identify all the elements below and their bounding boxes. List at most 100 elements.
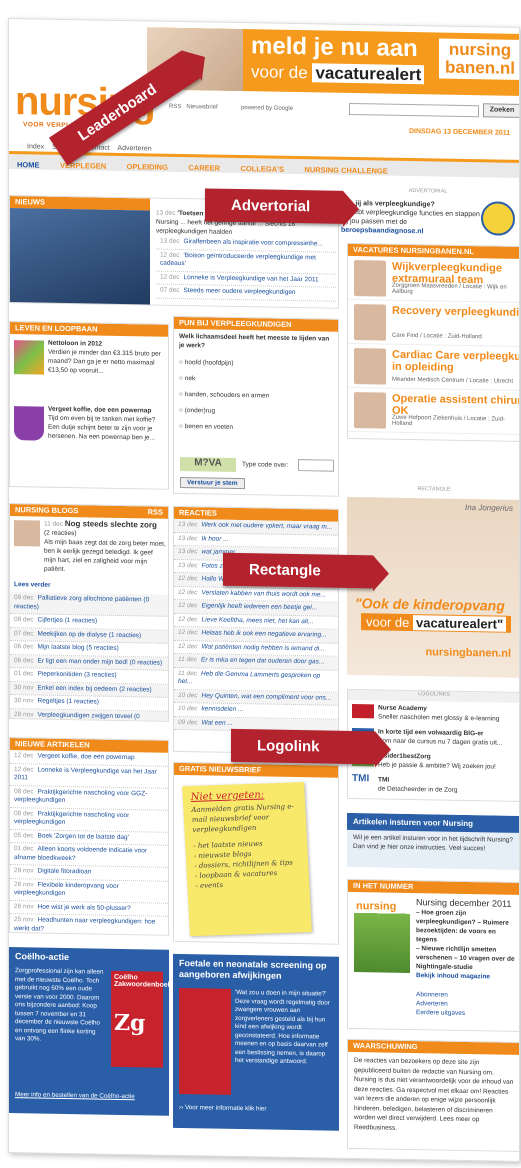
- blog-item[interactable]: 09 dec Palliatieve zorg allochtone patiën…: [10, 592, 169, 617]
- issue-header: IN HET NUMMER: [348, 879, 520, 895]
- blog-featured[interactable]: 11 dec Nog steeds slechte zorg (2 reactie…: [44, 519, 166, 576]
- article-item[interactable]: 28 nov Flexibele kinderopvang voor verple…: [10, 878, 168, 904]
- ribbon-rectangle: Rectangle: [223, 552, 373, 589]
- topnav-adverteren[interactable]: Adverteren: [117, 145, 151, 153]
- vacancies-box: VACATURES NURSINGBANEN.NL Wijkverpleegku…: [347, 242, 520, 442]
- career-item-image: [14, 340, 44, 375]
- poll-box: PUN BIJ VERPLEEGKUNDIGEN Welk lichaamsde…: [173, 315, 339, 497]
- webpage-screenshot: nursing VOOR VERPLEEGKUNDIGEN meld je nu…: [8, 18, 520, 1162]
- poll-option[interactable]: ○ hoofd (hoofdpijn): [179, 355, 333, 374]
- blogs-header: NURSING BLOGS RSS: [10, 504, 168, 519]
- rectangle-subline: voor de vacaturealert": [361, 613, 512, 633]
- main-navigation: HOME VERPLEGEN OPLEIDING CAREER COLLEGA'…: [9, 151, 520, 178]
- rectangle-quote: "Ook de kinderopvang: [355, 595, 505, 614]
- nav-home[interactable]: HOME: [9, 156, 48, 175]
- blog-item[interactable]: 28 nov Verpleegkundigen zwijgen teveel (0…: [10, 708, 169, 722]
- issue-item: – Hoe groen zijn verpleegkundigen? – Rui…: [416, 909, 509, 944]
- search-input[interactable]: [349, 102, 479, 118]
- vacancy-item[interactable]: Wijkverpleegkundige extramuraal team Zorg…: [348, 255, 520, 303]
- coelho-header: Coëlho-actie: [15, 951, 70, 963]
- rectangle-label: RECTANGLE: [417, 486, 451, 493]
- logolink-item[interactable]: Nurse Academy Sneller nascholen met gloss…: [348, 700, 520, 727]
- powered-by-label: powered by Google: [241, 105, 294, 112]
- newsletter-header: GRATIS NIEUWSBRIEF: [174, 762, 338, 778]
- news-photo[interactable]: [10, 208, 150, 307]
- cover-logo: nursing: [356, 900, 397, 913]
- nav-collegas[interactable]: COLLEGA'S: [233, 160, 292, 179]
- poll-submit-button[interactable]: Verstuur je stem: [180, 477, 245, 490]
- screening-text: 'Wat zou u doen in mijn situatie?' Deze …: [235, 988, 330, 1066]
- screening-box: Foetale en neonatale screening op aangeb…: [173, 953, 339, 1131]
- career-header: LEVEN EN LOOPBAAN: [10, 322, 168, 337]
- postit-text: Aanmelden gratis Nursing e-mail nieuwsbr…: [191, 802, 294, 835]
- issue-content: Nursing december 2011 – Hoe groen zijn v…: [416, 897, 518, 1019]
- tmi-logo-icon: TMI: [352, 773, 370, 785]
- vacancy-item[interactable]: Recovery verpleegkundige Care Find / Loca…: [348, 299, 520, 347]
- captcha-input[interactable]: [298, 459, 334, 472]
- screening-link[interactable]: ›› Voor meer informatie klik hier: [179, 1104, 267, 1113]
- reactions-box: REACTIES 13 dec Werk ook met oudere vpker…: [173, 505, 339, 755]
- postit-title: Niet vergeten:: [190, 789, 265, 804]
- magazine-cover[interactable]: nursing: [354, 898, 410, 974]
- article-item[interactable]: 08 dec Praktijkgerichte nascholing voor G…: [10, 785, 168, 811]
- current-date: DINSDAG 13 DECEMBER 2011: [409, 127, 511, 137]
- news-item[interactable]: 07 dec Steeds meer oudere verpleegkundige…: [156, 284, 336, 302]
- reactions-list: 13 dec Werk ook met oudere vpkert, maar v…: [174, 518, 338, 733]
- news-item[interactable]: 12 dec 'Boison geïntroduceerde verpleegku…: [156, 249, 336, 275]
- article-item[interactable]: 08 dec Praktijkgerichte nascholing voor v…: [10, 807, 168, 833]
- blog-list: 09 dec Palliatieve zorg allochtone patiën…: [10, 592, 169, 722]
- topnav-index[interactable]: Index: [27, 143, 44, 150]
- nurse-academy-logo-icon: [352, 704, 374, 719]
- newsletter-link[interactable]: Nieuwsbrief: [186, 104, 217, 111]
- rectangle-brand: nursingbanen.nl: [425, 646, 511, 660]
- nav-opleiding[interactable]: OPLEIDING: [119, 158, 176, 177]
- postit-bullets: - het laatste nieuws - nieuwste blogs - …: [193, 839, 294, 891]
- issue-archive-link[interactable]: Eerdere uitgaves: [416, 1008, 518, 1019]
- advertorial-box[interactable]: ADVERTORIAL ben jij als verpleegkundige?…: [335, 184, 520, 248]
- career-box: LEVEN EN LOOPBAAN Nettoloon in 2012 Verdi…: [9, 321, 169, 490]
- rss-link[interactable]: RSS: [169, 104, 181, 110]
- blog-read-more[interactable]: Lees verder: [14, 580, 51, 590]
- submit-articles-text[interactable]: Wil je een artikel insturen voor in het …: [347, 830, 520, 857]
- vacancy-photo: [354, 392, 386, 429]
- career-item[interactable]: Vergeet koffie, doe een powernap Tijd om …: [48, 405, 166, 443]
- blog-avatar: [14, 520, 40, 547]
- logolink-item[interactable]: TMI TMI de Detacheerder in de Zorg: [348, 772, 520, 797]
- vacancy-item[interactable]: Cardiac Care verpleegkundige in opleidin…: [348, 343, 520, 391]
- warning-text: De reacties van bezoekers op deze site z…: [354, 1057, 514, 1132]
- vacancy-item[interactable]: Operatie assistent chirurgie OK Zuwe Hofp…: [348, 387, 520, 435]
- article-item[interactable]: 25 nov Headhunten naar verpleegkundigen: …: [10, 914, 168, 936]
- coelho-link[interactable]: Meer info en bestellen van de Coëlho-act…: [15, 1091, 135, 1100]
- new-articles-box: NIEUWE ARTIKELEN 12 dec Vergeet koffie, d…: [9, 737, 169, 936]
- blogs-box: NURSING BLOGS RSS 11 dec Nog steeds slech…: [9, 503, 169, 722]
- ribbon-advertorial: Advertorial: [205, 188, 343, 224]
- poll-options: ○ hoofd (hoofdpijn) ○ nek ○ handen, scho…: [174, 353, 338, 440]
- advertorial-text: ben jij als verpleegkundige? Je hebt verp…: [341, 199, 480, 236]
- newsletter-box: GRATIS NIEUWSBRIEF Niet vergeten: Aanmel…: [173, 761, 339, 945]
- article-item[interactable]: 01 dec Alleen koorts voldoende indicatie …: [10, 843, 168, 868]
- captcha-image: M?VA: [180, 457, 236, 472]
- vacancy-photo: [354, 348, 386, 385]
- sub-navigation: RSS Nieuwsbrief powered by Google: [169, 104, 293, 112]
- nav-career[interactable]: CAREER: [180, 159, 228, 178]
- newsletter-postit[interactable]: Niet vergeten: Aanmelden gratis Nursing …: [182, 782, 312, 937]
- advertorial-label: ADVERTORIAL: [408, 187, 448, 195]
- nav-nursing-challenge[interactable]: NURSING CHALLENGE: [296, 161, 395, 181]
- screening-book[interactable]: [179, 987, 231, 1095]
- search-button[interactable]: Zoeken: [483, 103, 520, 118]
- advertorial-logo-icon: [481, 201, 515, 236]
- banner-brand: nursing banen.nl: [439, 38, 520, 80]
- poll-option[interactable]: ○ benen en voeten: [179, 419, 333, 438]
- warning-box: WAARSCHUWING De reacties van bezoekers o…: [347, 1038, 520, 1152]
- coelho-book[interactable]: Coëlho Zakwoordenboek Zg: [111, 970, 169, 1068]
- banner-subline: voor de vacaturealert: [251, 61, 425, 86]
- issue-view-link[interactable]: Bekijk inhoud magazine: [416, 971, 518, 982]
- article-item[interactable]: 12 dec Lonneke is Verpleegkundige van het…: [10, 763, 168, 789]
- captcha-label: Type code over:: [242, 461, 289, 469]
- book-logo-icon: Zg: [114, 1009, 146, 1037]
- career-item[interactable]: Nettoloon in 2012 Verdien je minder dan €…: [48, 339, 166, 377]
- rss-icon[interactable]: RSS: [148, 507, 163, 516]
- nav-verplegen[interactable]: VERPLEGEN: [52, 157, 114, 176]
- reaction-item[interactable]: 11 dec Heb die Gemma Lammerts gesproken o…: [174, 667, 338, 693]
- issue-item: – Nieuwe richtlijn smetten verschenen – …: [416, 945, 515, 972]
